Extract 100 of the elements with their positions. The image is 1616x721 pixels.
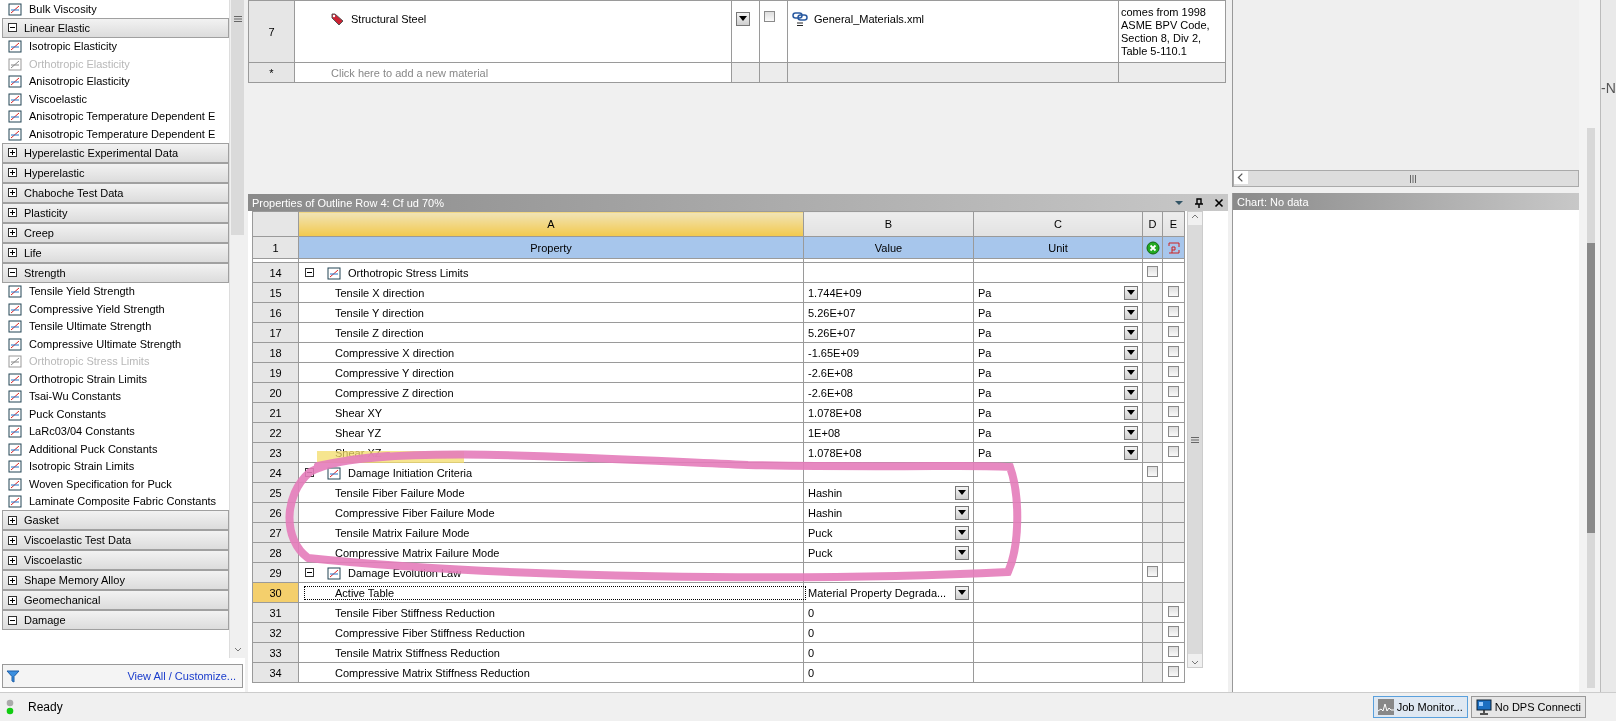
checkbox[interactable] <box>1168 426 1179 437</box>
toolbox-item[interactable]: Viscoelastic <box>29 92 87 105</box>
expand-icon[interactable] <box>8 228 17 237</box>
horizontal-scrollbar[interactable] <box>1233 170 1579 187</box>
checkbox[interactable] <box>1168 606 1179 617</box>
checkbox[interactable] <box>1168 626 1179 637</box>
toolbox-group-header[interactable]: Strength <box>2 262 229 283</box>
dropdown-button[interactable] <box>1124 305 1138 320</box>
property-value[interactable]: 5.26E+07 <box>808 326 856 339</box>
dropdown-button[interactable] <box>1124 385 1138 400</box>
property-value[interactable]: -1.65E+09 <box>808 346 860 359</box>
unit-value[interactable]: Pa <box>978 406 992 419</box>
scrollbar-thumb[interactable] <box>1188 225 1202 654</box>
dropdown-button[interactable] <box>736 11 750 26</box>
column-header[interactable]: E <box>1162 211 1185 237</box>
unit-value[interactable]: Pa <box>978 306 992 319</box>
property-value[interactable]: -2.6E+08 <box>808 386 853 399</box>
property-value[interactable]: 0 <box>808 666 815 679</box>
property-value[interactable]: 5.26E+07 <box>808 306 856 319</box>
expand-icon[interactable] <box>8 515 17 525</box>
dropdown-button[interactable] <box>1124 365 1138 380</box>
dropdown-button[interactable] <box>1124 285 1138 300</box>
vertical-scrollbar[interactable] <box>1587 128 1595 688</box>
toolbox-group-header[interactable]: Geomechanical <box>2 590 229 610</box>
dropdown-button[interactable] <box>1124 405 1138 420</box>
close-icon[interactable] <box>1214 197 1224 208</box>
scrollbar-thumb[interactable] <box>231 0 244 235</box>
toolbox-group-header[interactable]: Viscoelastic <box>2 550 229 570</box>
checkbox[interactable] <box>764 11 775 22</box>
property-value[interactable]: -2.6E+08 <box>808 366 853 379</box>
dropdown-button[interactable] <box>1124 445 1138 460</box>
toolbox-item[interactable]: Tsai-Wu Constants <box>29 390 122 403</box>
dropdown-button[interactable] <box>955 525 969 540</box>
toolbox-item[interactable]: Woven Specification for Puck <box>29 477 172 490</box>
expand-icon[interactable] <box>8 535 17 545</box>
toolbox-item[interactable]: Laminate Composite Fabric Constants <box>29 495 217 508</box>
unit-value[interactable]: Pa <box>978 426 992 439</box>
dropdown-button[interactable] <box>955 545 969 560</box>
column-header[interactable]: D <box>1142 211 1163 237</box>
checkbox[interactable] <box>1147 466 1158 477</box>
unit-value[interactable]: Pa <box>978 446 992 459</box>
collapse-icon[interactable] <box>8 268 17 277</box>
toolbox-group-header[interactable]: Hyperelastic Experimental Data <box>2 142 229 163</box>
toolbox-item[interactable]: Compressive Yield Strength <box>29 302 165 315</box>
toolbox-group-header[interactable]: Creep <box>2 222 229 243</box>
property-value[interactable]: 0 <box>808 626 815 639</box>
collapse-icon[interactable] <box>305 268 314 277</box>
checkbox[interactable] <box>1168 366 1179 377</box>
view-all-link[interactable]: View All / Customize... <box>127 670 236 683</box>
checkbox[interactable] <box>1147 566 1158 577</box>
status-bar-button[interactable]: Job Monitor... <box>1372 696 1468 718</box>
pin-icon[interactable] <box>1194 197 1204 208</box>
checkbox[interactable] <box>1168 666 1179 677</box>
add-material-field[interactable]: Click here to add a new material <box>294 62 732 83</box>
toolbox-item[interactable]: Tensile Ultimate Strength <box>29 320 152 333</box>
property-value[interactable]: Hashin <box>808 486 843 499</box>
property-value[interactable]: Puck <box>808 546 833 559</box>
scrollbar-thumb[interactable] <box>1587 243 1595 533</box>
expand-icon[interactable] <box>8 595 17 605</box>
toolbox-group-header[interactable]: Life <box>2 242 229 263</box>
toolbox-item[interactable]: LaRc03/04 Constants <box>29 425 135 438</box>
property-value[interactable]: 0 <box>808 646 815 659</box>
toolbox-group-header[interactable]: Shape Memory Alloy <box>2 570 229 590</box>
unit-value[interactable]: Pa <box>978 286 992 299</box>
dropdown-button[interactable] <box>1124 425 1138 440</box>
toolbox-item[interactable]: Isotropic Strain Limits <box>29 460 135 473</box>
tab-label[interactable]: -N <box>1601 80 1616 96</box>
toolbox-group-header[interactable]: Gasket <box>2 510 229 530</box>
expand-icon[interactable] <box>8 188 17 197</box>
checkbox[interactable] <box>1168 406 1179 417</box>
collapse-icon[interactable] <box>8 615 17 625</box>
column-header[interactable]: A <box>298 211 804 237</box>
collapse-icon[interactable] <box>8 23 17 32</box>
property-value[interactable]: 1.744E+09 <box>808 286 862 299</box>
column-header[interactable]: C <box>973 211 1143 237</box>
dropdown-button[interactable] <box>955 485 969 500</box>
checkbox[interactable] <box>1168 346 1179 357</box>
toolbox-item[interactable]: Puck Constants <box>29 407 107 420</box>
checkbox[interactable] <box>1168 446 1179 457</box>
expand-icon[interactable] <box>8 148 17 157</box>
toolbox-item[interactable]: Anisotropic Temperature Dependent E <box>29 127 216 140</box>
filter-icon[interactable] <box>6 669 20 684</box>
toolbox-item[interactable]: Additional Puck Constants <box>29 442 158 455</box>
toolbox-group-header[interactable]: Plasticity <box>2 202 229 223</box>
unit-value[interactable]: Pa <box>978 366 992 379</box>
checkbox[interactable] <box>1168 286 1179 297</box>
dropdown-button[interactable] <box>1124 325 1138 340</box>
property-value[interactable]: 0 <box>808 606 815 619</box>
property-value[interactable]: Hashin <box>808 506 843 519</box>
expand-icon[interactable] <box>8 168 17 177</box>
toolbox-item[interactable]: Bulk Viscosity <box>29 2 97 15</box>
expand-icon[interactable] <box>8 555 17 565</box>
material-name[interactable]: Structural Steel <box>351 13 427 25</box>
checkbox[interactable] <box>1168 306 1179 317</box>
checkbox[interactable] <box>1168 386 1179 397</box>
expand-icon[interactable] <box>8 248 17 257</box>
unit-value[interactable]: Pa <box>978 386 992 399</box>
toolbox-item[interactable]: Anisotropic Temperature Dependent E <box>29 110 216 123</box>
expand-icon[interactable] <box>8 575 17 585</box>
checkbox[interactable] <box>1168 646 1179 657</box>
